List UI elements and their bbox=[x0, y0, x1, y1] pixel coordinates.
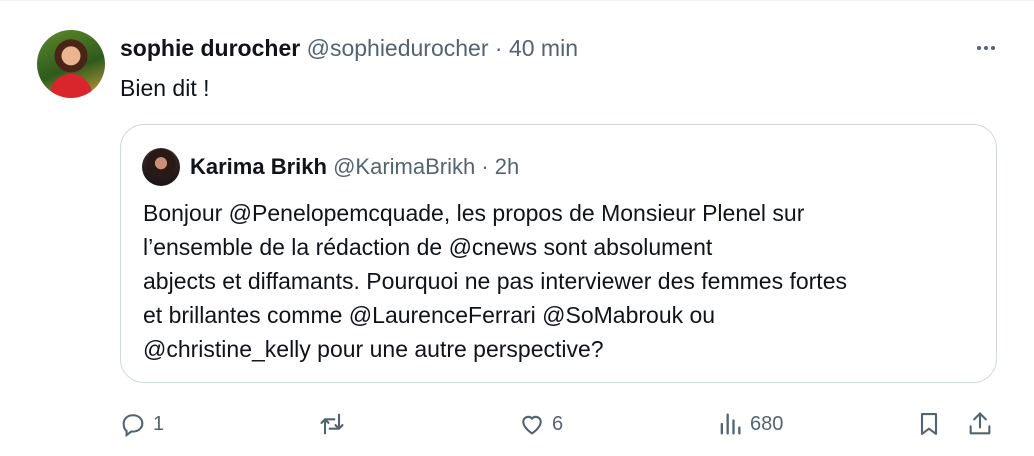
tweet-time[interactable]: 40 min bbox=[509, 35, 578, 61]
reply-button[interactable]: 1 bbox=[119, 404, 164, 444]
quoted-tweet-time[interactable]: 2h bbox=[495, 154, 519, 179]
retweet-icon bbox=[320, 413, 344, 435]
quoted-header-separator: · bbox=[481, 154, 489, 179]
header-separator: · bbox=[494, 35, 503, 61]
tweet-text: Bien dit ! bbox=[120, 75, 210, 101]
quoted-author-handle[interactable]: @KarimaBrikh bbox=[333, 154, 475, 179]
quoted-text-line: @christine_kelly pour une autre perspect… bbox=[143, 336, 604, 362]
like-count: 6 bbox=[552, 412, 564, 435]
action-bar: 1 6 680 bbox=[0, 404, 1034, 444]
quoted-tweet-text: Bonjour @Penelopemcquade, les propos de … bbox=[143, 196, 983, 366]
quoted-tweet-header: Karima Brikh @KarimaBrikh · 2h bbox=[190, 152, 519, 182]
quoted-author-avatar[interactable] bbox=[142, 148, 180, 186]
more-dots-icon bbox=[977, 46, 995, 50]
top-divider bbox=[0, 0, 1034, 1]
quoted-author-name[interactable]: Karima Brikh bbox=[190, 154, 327, 179]
author-avatar[interactable] bbox=[37, 30, 105, 98]
more-options-button[interactable] bbox=[968, 33, 1004, 63]
quoted-text-line: Bonjour @Penelopemcquade, les propos de … bbox=[143, 200, 805, 226]
quoted-text-line: et brillantes comme @LaurenceFerrari @So… bbox=[143, 302, 716, 328]
quoted-tweet-card[interactable]: Karima Brikh @KarimaBrikh · 2h Bonjour @… bbox=[120, 124, 997, 383]
reply-count: 1 bbox=[153, 412, 165, 435]
heart-icon bbox=[522, 415, 542, 435]
views-button[interactable]: 680 bbox=[716, 404, 783, 444]
retweet-button[interactable] bbox=[318, 404, 352, 444]
bookmark-icon bbox=[920, 413, 938, 435]
like-button[interactable]: 6 bbox=[518, 404, 563, 444]
quoted-text-line: abjects et diffamants. Pourquoi ne pas i… bbox=[143, 268, 847, 294]
tweet-header: sophie durocher @sophiedurocher · 40 min bbox=[120, 33, 578, 63]
author-name[interactable]: sophie durocher bbox=[120, 35, 300, 61]
share-icon bbox=[969, 412, 991, 435]
bookmark-button[interactable] bbox=[915, 404, 943, 444]
views-count: 680 bbox=[750, 412, 784, 435]
author-handle[interactable]: @sophiedurocher bbox=[307, 35, 489, 61]
share-button[interactable] bbox=[966, 404, 994, 444]
analytics-bars-icon bbox=[720, 413, 741, 435]
quoted-text-line: l’ensemble de la rédaction de @cnews son… bbox=[143, 234, 713, 260]
reply-icon bbox=[122, 414, 144, 438]
